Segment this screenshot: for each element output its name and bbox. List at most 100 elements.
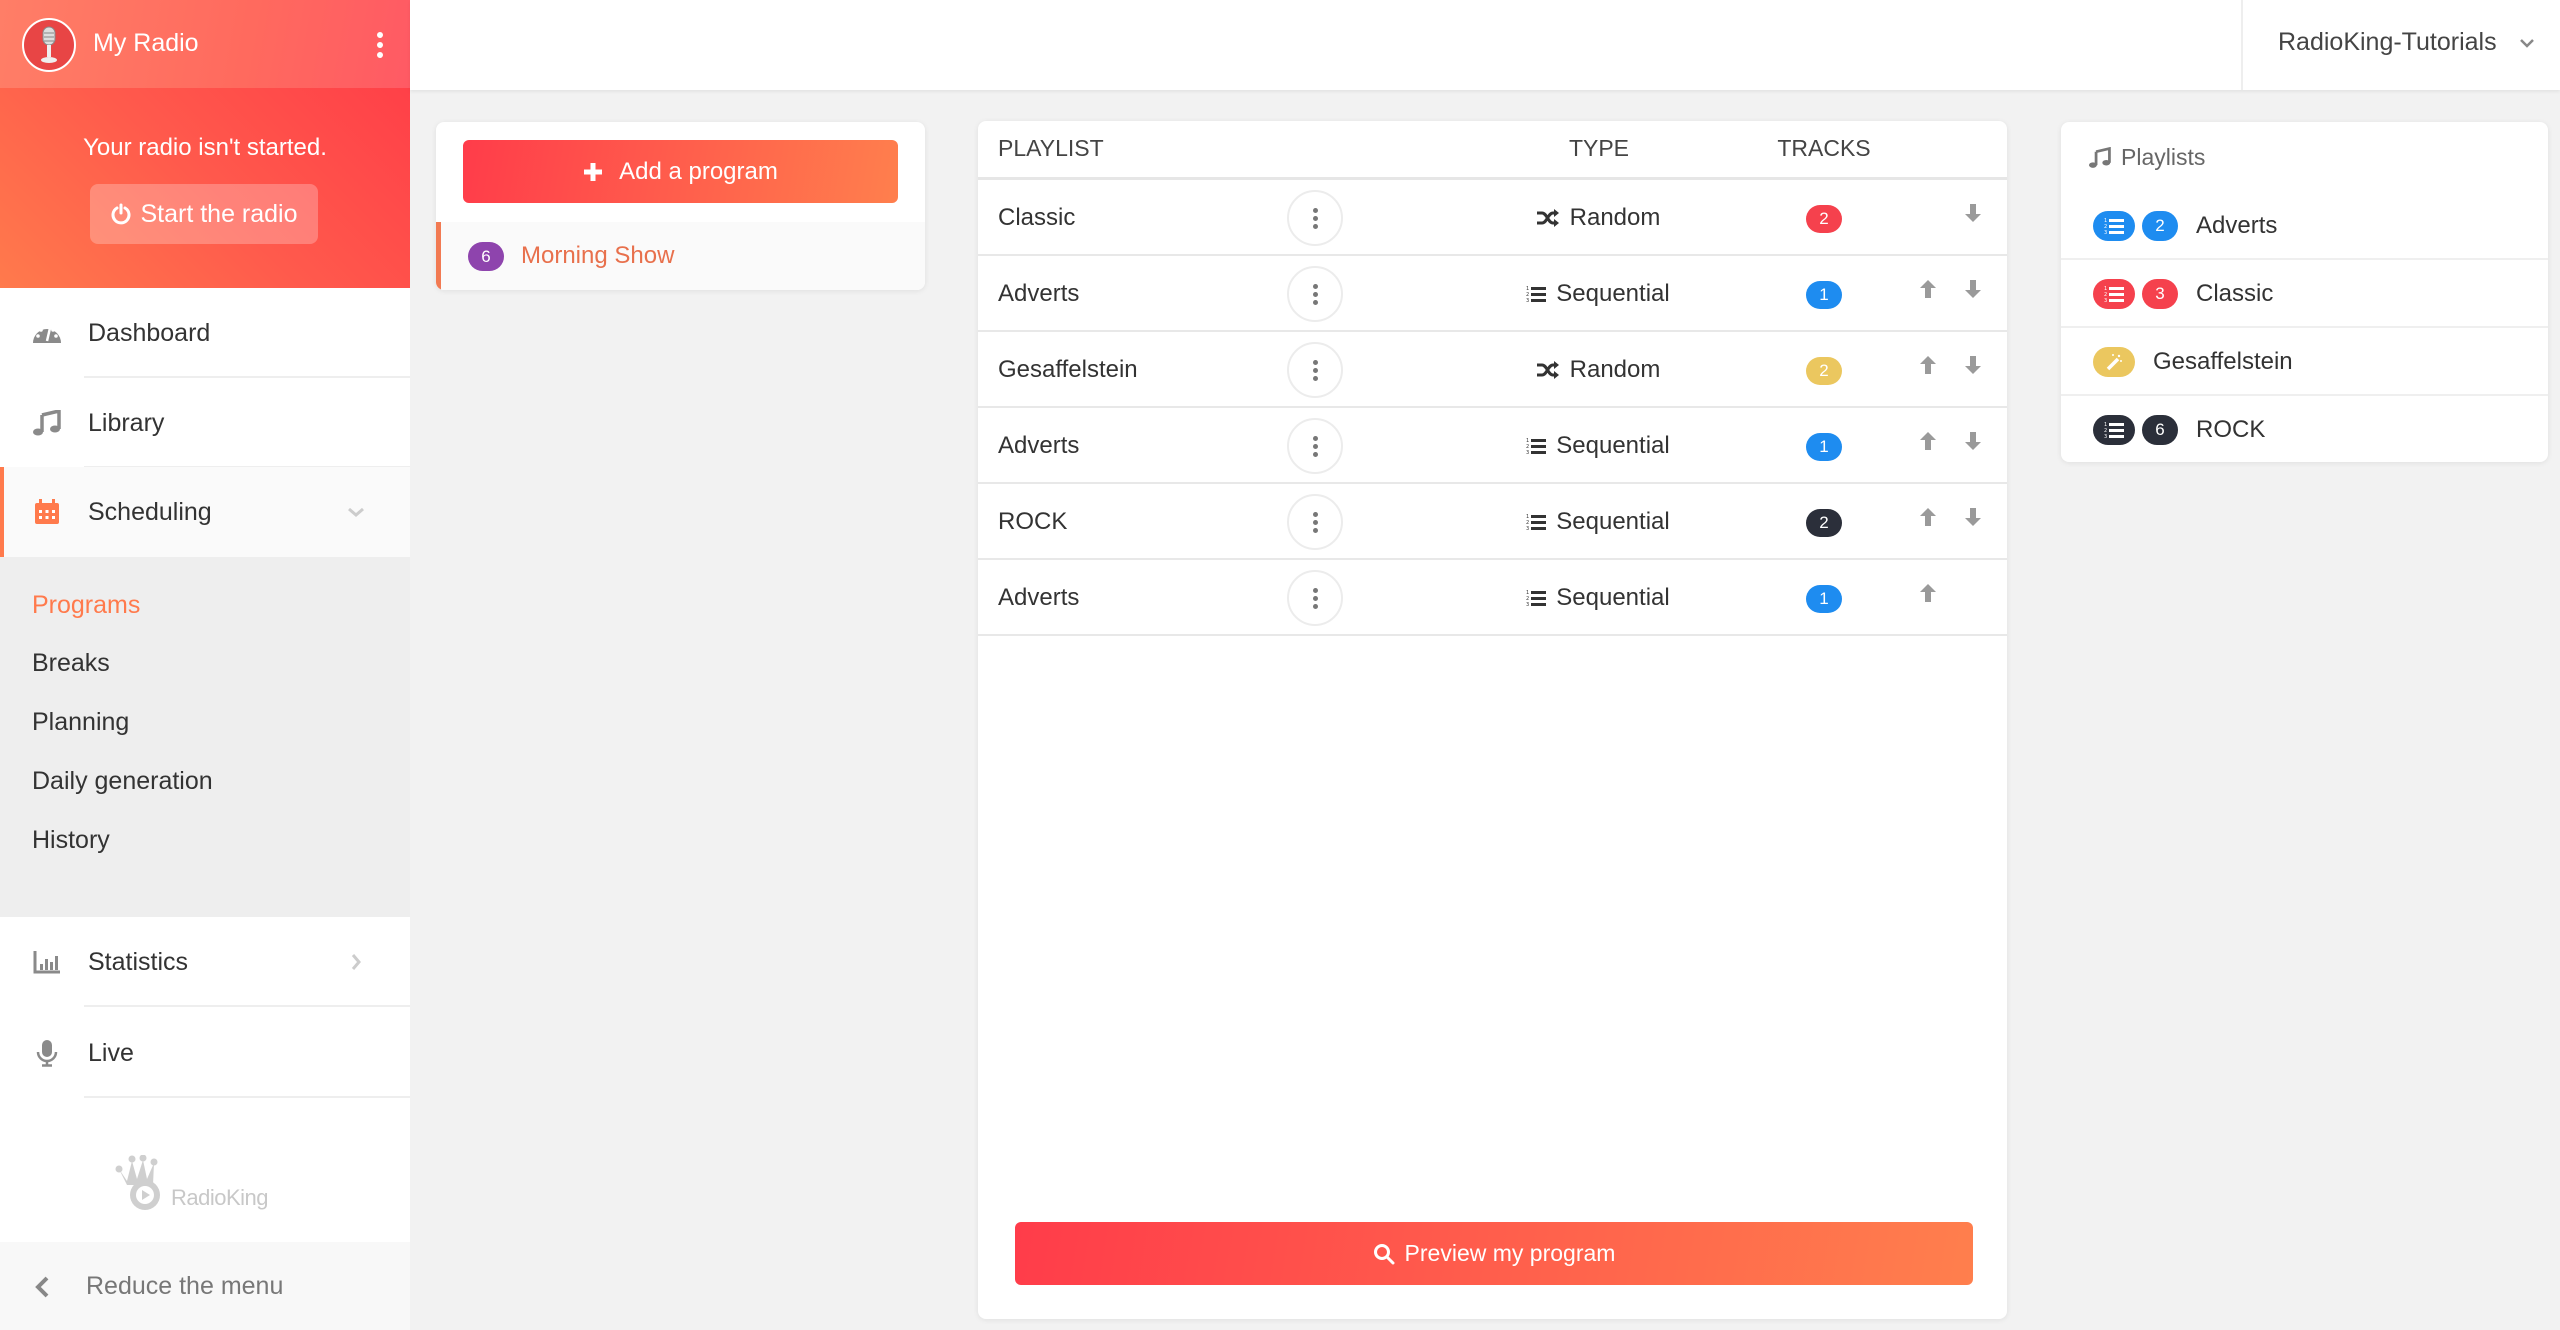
svg-text:3: 3 bbox=[1526, 602, 1529, 607]
move-down-button[interactable] bbox=[1963, 202, 1983, 229]
move-up-button[interactable] bbox=[1918, 582, 1938, 609]
track-count-badge: 1 bbox=[1806, 281, 1842, 309]
sidebar-item-dashboard[interactable]: Dashboard bbox=[0, 288, 410, 378]
move-up-button[interactable] bbox=[1918, 430, 1938, 457]
row-options-button[interactable] bbox=[1287, 190, 1343, 246]
playlist-type: 1 2 3 Sequential bbox=[1488, 584, 1708, 612]
table-row: Adverts 1 2 3 Sequential 1 bbox=[978, 256, 2007, 332]
scheduling-submenu: Programs Breaks Planning Daily generatio… bbox=[0, 557, 410, 917]
sidebar-item-label: Library bbox=[88, 408, 165, 437]
submenu-item-daily-generation[interactable]: Daily generation bbox=[32, 767, 213, 796]
move-down-button[interactable] bbox=[1963, 354, 1983, 381]
arrow-up-icon bbox=[1920, 280, 1936, 298]
music-icon bbox=[2089, 146, 2111, 168]
ordered-list-icon: 123 bbox=[1526, 514, 1547, 531]
move-up-button[interactable] bbox=[1918, 354, 1938, 381]
radio-name: My Radio bbox=[93, 29, 199, 57]
playlist-name: Classic bbox=[2196, 280, 2274, 307]
radio-avatar[interactable] bbox=[22, 18, 76, 72]
ordered-list-icon: 123 bbox=[2104, 218, 2124, 235]
submenu-item-history[interactable]: History bbox=[32, 826, 110, 855]
playlist-item[interactable]: 123 2 Adverts bbox=[2061, 192, 2548, 260]
sidebar-item-live[interactable]: Live bbox=[0, 1008, 410, 1098]
playlist-count-badge: 3 bbox=[2142, 279, 2178, 309]
add-program-button[interactable]: Add a program bbox=[463, 140, 898, 203]
sidebar-item-label: Statistics bbox=[88, 947, 189, 976]
start-radio-label: Start the radio bbox=[140, 199, 298, 228]
plus-icon bbox=[584, 162, 603, 181]
table-row: Gesaffelstein Random 2 bbox=[978, 332, 2007, 408]
sidebar-header: My Radio bbox=[0, 0, 410, 88]
playlist-item[interactable]: Gesaffelstein bbox=[2061, 328, 2548, 396]
svg-text:3: 3 bbox=[1526, 526, 1529, 531]
sidebar-item-statistics[interactable]: Statistics bbox=[0, 917, 410, 1007]
playlist-type: 1 2 3 Sequential bbox=[1488, 432, 1708, 460]
sidebar-item-scheduling[interactable]: Scheduling bbox=[0, 467, 410, 557]
crown-play-icon bbox=[115, 1155, 160, 1210]
submenu-item-planning[interactable]: Planning bbox=[32, 708, 129, 737]
topbar-divider bbox=[2241, 0, 2243, 90]
playlist-type: Random bbox=[1488, 356, 1708, 384]
table-row: Classic Random 2 bbox=[978, 180, 2007, 256]
table-row: Adverts 1 2 3 Sequential 1 bbox=[978, 560, 2007, 636]
row-options-button[interactable] bbox=[1287, 342, 1343, 398]
playlists-header: Playlists bbox=[2089, 144, 2205, 171]
playlist-type-badge: 123 bbox=[2093, 211, 2135, 241]
svg-text:3: 3 bbox=[1526, 298, 1529, 303]
ordered-list-icon: 123 bbox=[2104, 286, 2124, 303]
arrow-up-icon bbox=[1920, 432, 1936, 450]
chevron-right-icon bbox=[351, 954, 361, 970]
playlists-title: Playlists bbox=[2121, 144, 2206, 170]
arrow-down-icon bbox=[1965, 508, 1981, 526]
playlist-type-label: Sequential bbox=[1556, 508, 1670, 535]
sidebar-item-label: Dashboard bbox=[88, 318, 211, 347]
svg-text:3: 3 bbox=[2104, 230, 2107, 235]
row-options-button[interactable] bbox=[1287, 570, 1343, 626]
playlist-type: 1 2 3 Sequential bbox=[1488, 280, 1708, 308]
row-options-button[interactable] bbox=[1287, 266, 1343, 322]
move-up-button[interactable] bbox=[1918, 506, 1938, 533]
playlist-count-badge: 6 bbox=[2142, 415, 2178, 445]
arrow-up-icon bbox=[1920, 508, 1936, 526]
bar-chart-icon bbox=[32, 947, 62, 977]
preview-program-button[interactable]: Preview my program bbox=[1015, 1222, 1973, 1285]
reduce-menu-label: Reduce the menu bbox=[86, 1272, 284, 1300]
move-down-button[interactable] bbox=[1963, 278, 1983, 305]
playlist-type: 1 2 3 Sequential bbox=[1488, 508, 1708, 536]
row-options-button[interactable] bbox=[1287, 418, 1343, 474]
program-playlists-table: PLAYLIST TYPE TRACKS Classic Random 2 Ad… bbox=[978, 121, 2007, 1319]
submenu-item-programs[interactable]: Programs bbox=[32, 591, 140, 620]
playlist-type-label: Sequential bbox=[1556, 432, 1670, 459]
playlist-type-label: Sequential bbox=[1556, 280, 1670, 307]
arrow-down-icon bbox=[1965, 204, 1981, 222]
svg-text:3: 3 bbox=[2104, 434, 2107, 439]
arrow-down-icon bbox=[1965, 280, 1981, 298]
ordered-list-icon: 123 bbox=[1526, 438, 1547, 455]
row-options-button[interactable] bbox=[1287, 494, 1343, 550]
arrow-down-icon bbox=[1965, 356, 1981, 374]
playlist-item[interactable]: 123 6 ROCK bbox=[2061, 396, 2548, 462]
submenu-item-breaks[interactable]: Breaks bbox=[32, 649, 110, 678]
ordered-list-icon: 123 bbox=[1526, 590, 1547, 607]
playlist-name: Gesaffelstein bbox=[2153, 348, 2293, 375]
reduce-menu-button[interactable]: Reduce the menu bbox=[0, 1242, 410, 1330]
sidebar-item-library[interactable]: Library bbox=[0, 378, 410, 468]
column-header-playlist: PLAYLIST bbox=[998, 135, 1104, 161]
move-down-button[interactable] bbox=[1963, 430, 1983, 457]
program-item[interactable]: 6 Morning Show bbox=[436, 222, 925, 290]
move-down-button[interactable] bbox=[1963, 506, 1983, 533]
radio-status-text: Your radio isn't started. bbox=[83, 134, 327, 161]
arrow-up-icon bbox=[1920, 356, 1936, 374]
arrow-down-icon bbox=[1965, 432, 1981, 450]
shuffle-icon bbox=[1536, 361, 1559, 379]
playlist-type-label: Random bbox=[1569, 204, 1661, 231]
track-count-badge: 2 bbox=[1806, 509, 1842, 537]
playlist-name: Classic bbox=[998, 204, 1076, 231]
column-header-tracks: TRACKS bbox=[1777, 135, 1871, 161]
move-up-button[interactable] bbox=[1918, 278, 1938, 305]
start-radio-button[interactable]: Start the radio bbox=[90, 184, 318, 244]
playlist-item[interactable]: 123 3 Classic bbox=[2061, 260, 2548, 328]
account-dropdown[interactable]: RadioKing-Tutorials bbox=[2278, 28, 2535, 57]
radio-menu-button[interactable] bbox=[370, 28, 390, 62]
microphone-icon bbox=[32, 1038, 62, 1068]
